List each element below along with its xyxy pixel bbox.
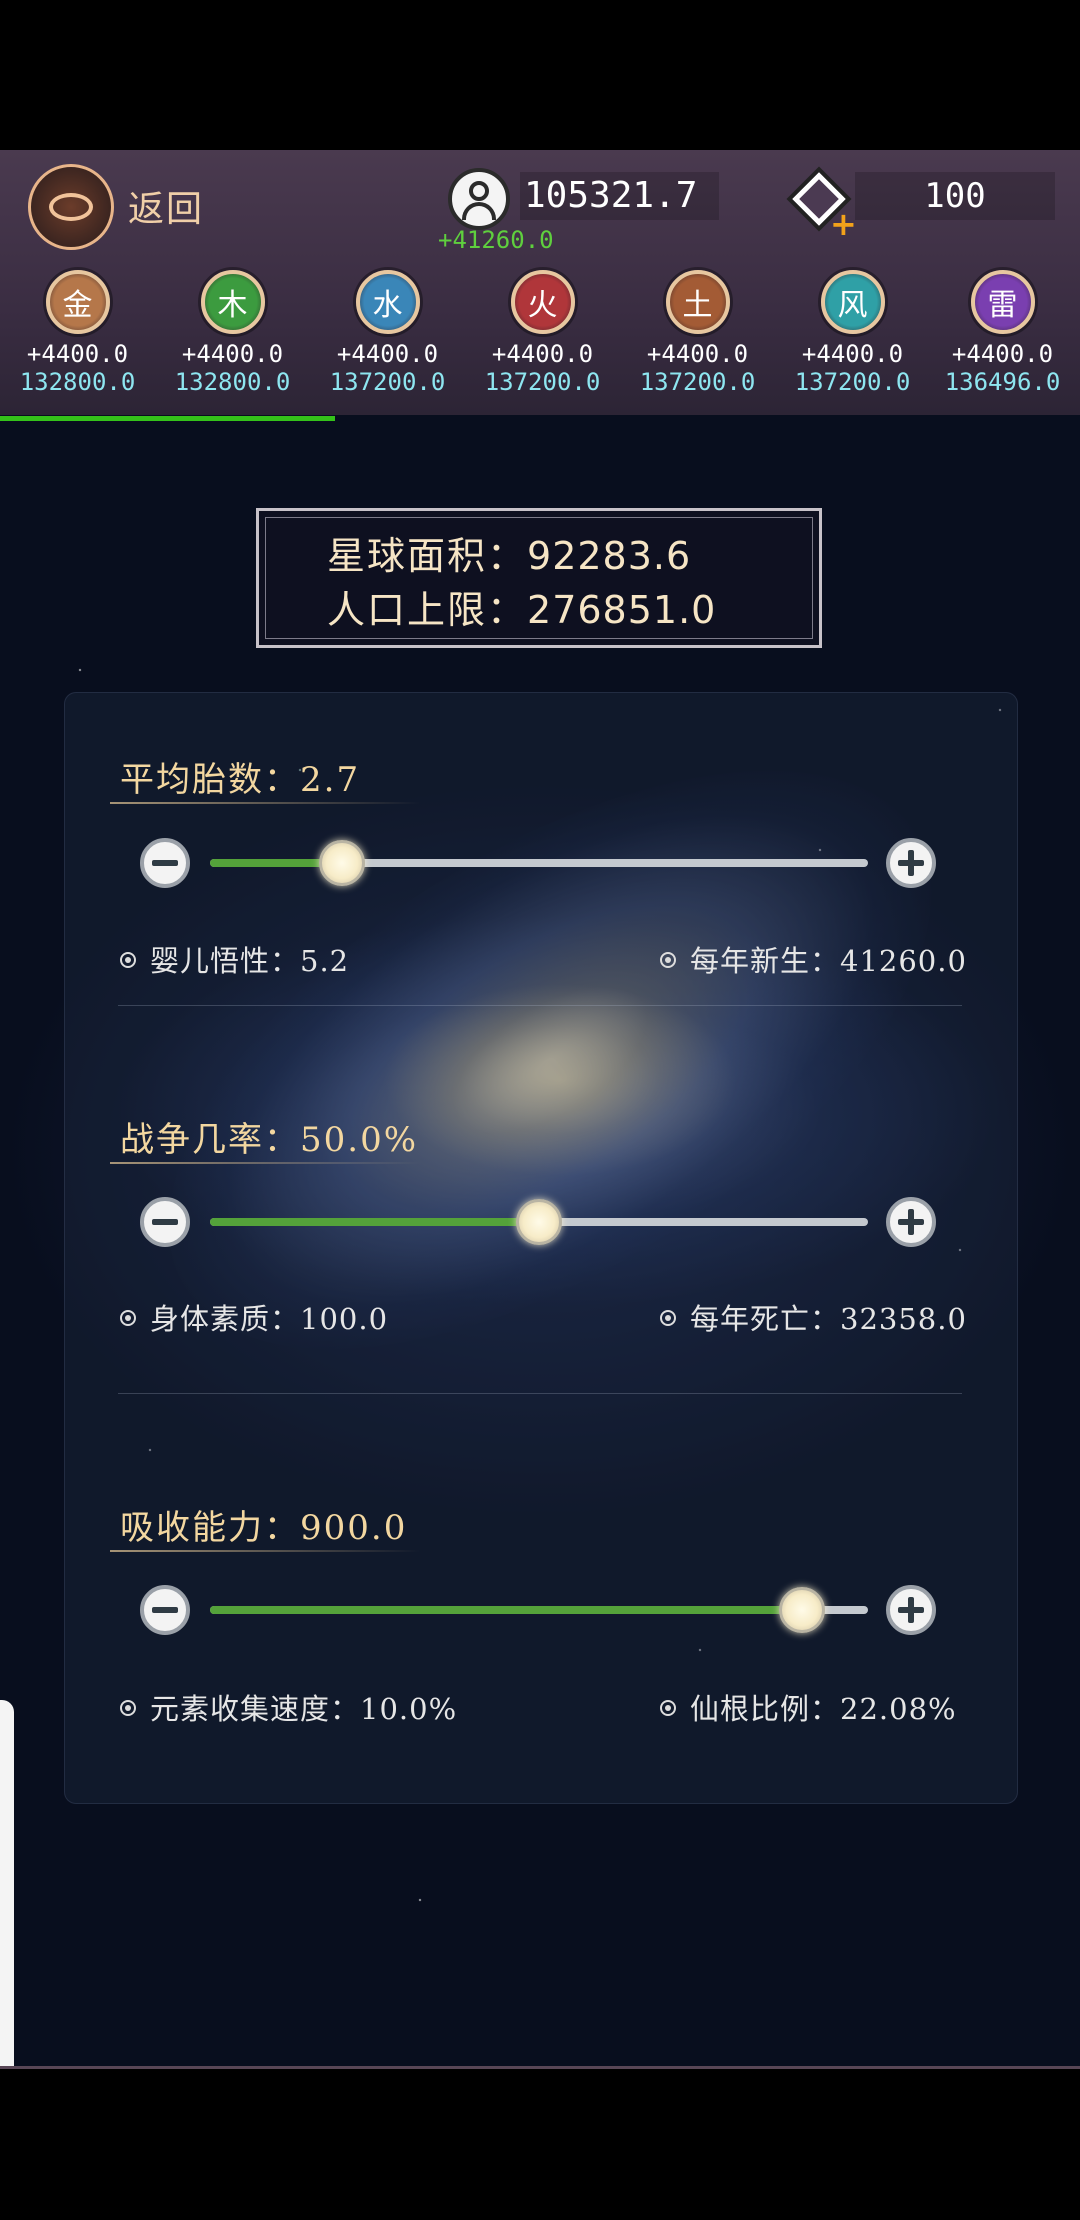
war-chance-slider-thumb[interactable] [516, 1199, 562, 1245]
element-water: 水 +4400.0 137200.0 [310, 270, 465, 396]
absorption-slider-thumb[interactable] [779, 1587, 826, 1633]
header-progress-line [0, 416, 335, 421]
slider-fill [210, 1218, 539, 1226]
element-gain: +4400.0 [181, 340, 284, 368]
element-fire: 火 +4400.0 137200.0 [465, 270, 620, 396]
bullet-icon [660, 952, 676, 968]
physical-quality: 身体素质：100.0 [150, 1302, 389, 1336]
wind-orb-icon: 风 [820, 270, 885, 334]
population-delta: +41260.0 [438, 226, 554, 254]
immortal-root-ratio: 仙根比例：22.08% [690, 1692, 957, 1726]
stat-sub-left: 元素收集速度：10.0% [120, 1686, 457, 1728]
divider [118, 1393, 962, 1394]
earth-orb-icon: 土 [665, 270, 730, 334]
birth-rate-slider-thumb[interactable] [318, 840, 365, 886]
population-limit-value: 276851.0 [527, 588, 717, 632]
element-total: 137200.0 [639, 368, 756, 396]
infant-aptitude: 婴儿悟性：5.2 [150, 944, 350, 978]
element-wood: 木 +4400.0 132800.0 [155, 270, 310, 396]
stat-sub-right: 每年新生：41260.0 [660, 938, 967, 980]
element-collect-speed: 元素收集速度：10.0% [150, 1692, 458, 1726]
element-gain: +4400.0 [491, 340, 594, 368]
population-icon [448, 168, 510, 230]
absorption-slider[interactable] [210, 1606, 868, 1614]
game-screen: 返回 105321.7 +41260.0 + 100 金 +4400.0 132… [0, 150, 1080, 2069]
back-label[interactable]: 返回 [128, 180, 204, 232]
side-drawer-handle[interactable] [0, 1700, 14, 2069]
element-gain: +4400.0 [26, 340, 129, 368]
bullet-icon [120, 1700, 136, 1716]
gem-add-icon[interactable]: + [786, 166, 857, 240]
population-value: 105321.7 [520, 172, 719, 220]
bullet-icon [120, 1310, 136, 1326]
stat-sub-right: 仙根比例：22.08% [660, 1686, 957, 1728]
slider-fill [210, 1606, 803, 1614]
stat-sub-left: 身体素质：100.0 [120, 1296, 388, 1338]
annual-births: 每年新生：41260.0 [690, 944, 967, 978]
element-total: 132800.0 [19, 368, 136, 396]
title-underline [110, 1162, 420, 1164]
stat-title-war-chance: 战争几率：50.0% [120, 1120, 419, 1160]
stat-title-birth-rate: 平均胎数：2.7 [120, 760, 361, 800]
stat-title-absorption: 吸收能力：900.0 [120, 1508, 408, 1548]
back-icon [49, 193, 93, 221]
element-gain: +4400.0 [951, 340, 1054, 368]
element-total: 137200.0 [484, 368, 601, 396]
metal-orb-icon: 金 [45, 270, 110, 334]
bullet-icon [120, 952, 136, 968]
wood-orb-icon: 木 [200, 270, 265, 334]
element-total: 132800.0 [174, 368, 291, 396]
decrease-absorption-button[interactable] [140, 1585, 190, 1635]
decrease-war-chance-button[interactable] [140, 1197, 190, 1247]
title-underline [110, 1550, 420, 1552]
population-limit-label: 人口上限： [327, 588, 528, 632]
increase-birth-rate-button[interactable] [886, 838, 936, 888]
element-gain: +4400.0 [646, 340, 749, 368]
bullet-icon [660, 1310, 676, 1326]
birth-rate-slider[interactable] [210, 859, 868, 867]
element-earth: 土 +4400.0 137200.0 [620, 270, 775, 396]
element-gain: +4400.0 [336, 340, 439, 368]
thunder-orb-icon: 雷 [970, 270, 1035, 334]
element-total: 137200.0 [794, 368, 911, 396]
element-metal: 金 +4400.0 132800.0 [0, 270, 155, 396]
planet-area-value: 92283.6 [527, 534, 692, 578]
decrease-birth-rate-button[interactable] [140, 838, 190, 888]
element-wind: 风 +4400.0 137200.0 [775, 270, 930, 396]
element-total: 136496.0 [944, 368, 1061, 396]
bullet-icon [660, 1700, 676, 1716]
planet-area-label: 星球面积： [327, 534, 528, 578]
fire-orb-icon: 火 [510, 270, 575, 334]
stat-sub-right: 每年死亡：32358.0 [660, 1296, 967, 1338]
planet-info-box: 星球面积：92283.6 人口上限：276851.0 [256, 508, 822, 648]
back-button[interactable] [28, 164, 114, 250]
gem-value: 100 [855, 172, 1055, 220]
annual-deaths: 每年死亡：32358.0 [690, 1302, 967, 1336]
resource-header: 返回 105321.7 +41260.0 + 100 金 +4400.0 132… [0, 150, 1080, 415]
element-thunder: 雷 +4400.0 136496.0 [925, 270, 1080, 396]
bottom-nav: 人口 ⚒ 建造 ☸ 修炼 ✩ 法则 ⌂ 商城 ✖ 事件 [0, 2066, 1080, 2069]
title-underline [110, 802, 420, 804]
element-resources: 金 +4400.0 132800.0 木 +4400.0 132800.0 水 … [0, 270, 1080, 410]
population-limit: 人口上限：276851.0 [327, 579, 716, 634]
stat-sub-left: 婴儿悟性：5.2 [120, 938, 349, 980]
element-gain: +4400.0 [801, 340, 904, 368]
increase-war-chance-button[interactable] [886, 1197, 936, 1247]
water-orb-icon: 水 [355, 270, 420, 334]
increase-absorption-button[interactable] [886, 1585, 936, 1635]
element-total: 137200.0 [329, 368, 446, 396]
divider [118, 1005, 962, 1006]
planet-area: 星球面积：92283.6 [327, 525, 691, 580]
